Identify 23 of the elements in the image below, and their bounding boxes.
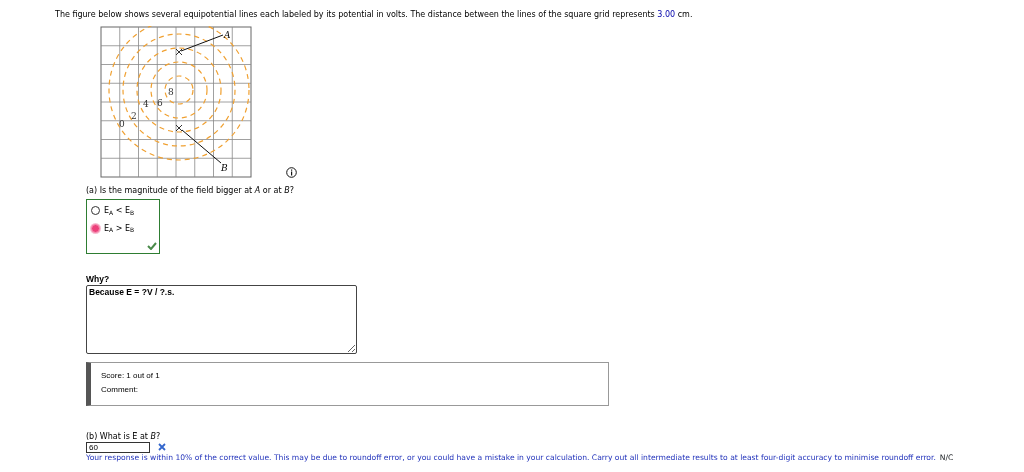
point-label: B: [221, 162, 228, 173]
radio-button[interactable]: [91, 224, 100, 234]
option-label: E$_{A}$ < E$_{B}$: [104, 206, 135, 216]
check-icon: [147, 241, 157, 250]
field-label: Why?: [86, 273, 111, 285]
potential-label: 4: [143, 98, 149, 109]
potential-label: 2: [131, 110, 137, 121]
potential-label: 6: [157, 97, 163, 108]
question-text: (a) Is the magnitude of the field bigger at A or at B?: [86, 185, 295, 196]
point-b-marker: [175, 124, 222, 164]
option-label: E$_{A}$ > E$_{B}$: [104, 223, 135, 234]
info-icon[interactable]: [286, 166, 297, 178]
point-label: A: [224, 29, 231, 40]
potential-label: 8: [168, 86, 174, 97]
potential-label: 0: [119, 118, 125, 129]
score-text: Score: 1 out of 1: [101, 371, 161, 381]
intro-text: The figure below shows several equipotential lines each labeled by its potential in volts. The distance between the lines of the square grid represents 3.00 cm.: [55, 10, 694, 20]
question-text: (b) What is E⃗ at B?: [86, 432, 162, 442]
point-a-marker: [175, 34, 224, 56]
answer-textarea[interactable]: Because E = ?V / ?.s.: [86, 285, 357, 355]
comment-label: Comment:: [101, 384, 139, 395]
radio-button[interactable]: [91, 206, 100, 216]
answer-field[interactable]: 60: [86, 441, 150, 453]
